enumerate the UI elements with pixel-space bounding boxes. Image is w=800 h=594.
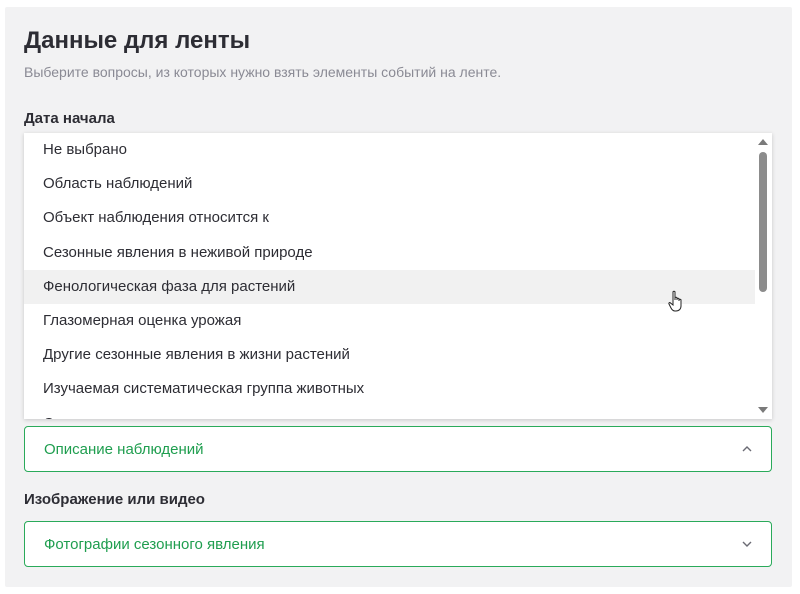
description-select-value: Описание наблюдений: [44, 440, 204, 458]
option-phenological-phase[interactable]: Фенологическая фаза для растений: [24, 269, 755, 304]
media-label: Изображение или видео: [24, 491, 205, 508]
option-seasonal-nonliving[interactable]: Сезонные явления в неживой природе: [24, 236, 755, 270]
option-yield-estimate[interactable]: Глазомерная оценка урожая: [24, 304, 755, 338]
media-select-value: Фотографии сезонного явления: [44, 535, 265, 553]
option-animal-group[interactable]: Изучаемая систематическая группа животны…: [24, 372, 755, 406]
description-select[interactable]: Описание наблюдений: [24, 426, 772, 472]
option-insect-phenomena[interactable]: Сезонные явления в жизни насекомых: [24, 407, 755, 420]
chevron-up-icon: [742, 446, 752, 452]
start-date-label: Дата начала: [24, 110, 115, 127]
dropdown-options: Не выбрано Область наблюдений Объект наб…: [24, 133, 755, 419]
scrollbar-thumb[interactable]: [759, 152, 767, 292]
hand-cursor-icon: [668, 290, 682, 312]
scroll-up-arrow-icon[interactable]: [758, 139, 768, 145]
option-observation-area[interactable]: Область наблюдений: [24, 167, 755, 201]
page-title: Данные для ленты: [24, 27, 251, 54]
start-date-dropdown[interactable]: Не выбрано Область наблюдений Объект наб…: [24, 133, 772, 419]
scroll-down-arrow-icon[interactable]: [758, 407, 768, 413]
media-select[interactable]: Фотографии сезонного явления: [24, 521, 772, 567]
option-not-selected[interactable]: Не выбрано: [24, 133, 755, 167]
page-subtitle: Выберите вопросы, из которых нужно взять…: [24, 64, 502, 80]
chevron-down-icon: [742, 541, 752, 547]
dropdown-scrollbar[interactable]: [755, 133, 772, 419]
option-object-belongs-to[interactable]: Объект наблюдения относится к: [24, 201, 755, 235]
option-other-plant-phenomena[interactable]: Другие сезонные явления в жизни растений: [24, 338, 755, 372]
